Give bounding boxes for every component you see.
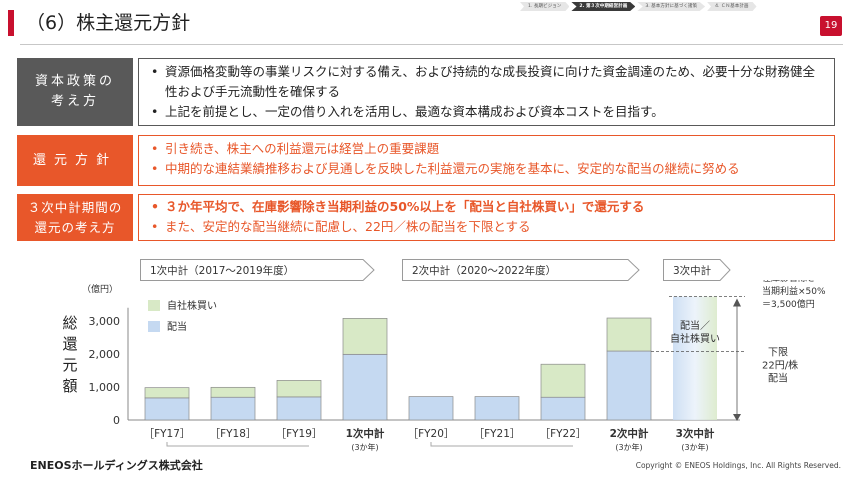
period-1-label: 1次中計（2017～2019年度）: [150, 265, 295, 277]
capital-policy-bullet-1: 資源価格変動等の事業リスクに対する備え、および持続的な成長投資に向けた資金調達の…: [151, 62, 822, 102]
period-3-label: 3次中計: [673, 265, 712, 277]
x-tick-label: ［FY17］: [144, 428, 191, 440]
return-policy-label: 還元方針: [17, 135, 133, 186]
x-tick-label: ［FY22］: [540, 428, 587, 440]
floor-annotation-line1: 下限: [768, 346, 788, 358]
nav-tab-cn-plan[interactable]: 4. ＣＮ基本計画: [707, 2, 757, 11]
total-return-chart: （億円）3,0002,0001,0000自社株買い配当 配当／自社株買い［FY17…: [82, 280, 826, 452]
legend-swatch-dividend: [148, 321, 160, 332]
y-tick-label: 2,000: [89, 348, 121, 361]
legend-swatch-buyback: [148, 300, 160, 311]
bar-dividend-3: [342, 353, 388, 421]
third-plan-return-label-text: ３次中計期間の還元の考え方: [27, 199, 123, 235]
capital-policy-bullet-2: 上記を前提とし、一定の借り入れを活用し、最適な資本構成および資本コストを目指す。: [151, 102, 822, 122]
x-tick-sub-label: (3か年): [351, 442, 378, 452]
plan-bar-label-line1: 配当／: [680, 319, 710, 332]
section-nav: 1. 長期ビジョン 2. 第３次中期経営計画 3. 基本方針に基づく諸策 4. …: [520, 2, 757, 11]
target-annotation-line: ＝3,500億円: [762, 298, 815, 310]
target-annotation-line: 当期利益×50%: [762, 285, 826, 297]
x-tick-label: 2次中計: [610, 427, 649, 440]
x-tick-label: ［FY19］: [276, 428, 323, 440]
range-arrow-head-top: [733, 298, 741, 307]
x-tick-label: ［FY18］: [210, 428, 257, 440]
floor-annotation-line2: 22円/株: [762, 358, 798, 371]
y-unit-label: （億円）: [82, 283, 118, 295]
bar-dividend-0: [144, 397, 190, 421]
plan-bar-third: [673, 296, 717, 420]
x-tick-label: ［FY20］: [408, 428, 455, 440]
return-policy-bullet-2: 中期的な連結業績推移および見通しを反映した利益還元の実施を基本に、安定的な配当の…: [151, 159, 822, 179]
page-number-badge: 19: [820, 16, 842, 36]
bar-dividend-2: [276, 396, 322, 421]
third-plan-bullet-2: また、安定的な配当継続に配慮し、22円／株の配当を下限とする: [151, 217, 822, 237]
bar-dividend-6: [540, 396, 586, 421]
period-2: 2次中計（2020～2022年度）: [402, 259, 640, 281]
group-brace-1: [430, 442, 573, 447]
bar-dividend-4: [408, 396, 454, 421]
header-divider: [20, 44, 843, 45]
floor-annotation-line3: 配当: [768, 371, 788, 384]
copyright-text: Copyright © ENEOS Holdings, Inc. All Rig…: [635, 461, 841, 470]
legend-label-dividend: 配当: [167, 320, 187, 333]
title-accent-bar: [8, 10, 14, 36]
bar-dividend-1: [210, 396, 256, 421]
bar-buyback-7: [606, 317, 652, 352]
x-tick-sub-label: (3か年): [681, 442, 708, 452]
nav-tab-mid-term-plan[interactable]: 2. 第３次中期経営計画: [571, 2, 636, 11]
x-tick-label: 1次中計: [346, 427, 385, 440]
nav-tab-measures[interactable]: 3. 基本方針に基づく諸策: [637, 2, 706, 11]
third-plan-return-box: ３か年平均で、在庫影響除き当期利益の50%以上を「配当と自社株買い」で還元する …: [138, 194, 835, 241]
x-tick-sub-label: (3か年): [615, 442, 642, 452]
bar-dividend-5: [474, 396, 520, 421]
return-policy-bullet-1: 引き続き、株主への利益還元は経営上の重要課題: [151, 139, 822, 159]
period-3: 3次中計: [663, 259, 731, 281]
x-tick-label: ［FY21］: [474, 428, 521, 440]
bar-dividend-7: [606, 350, 652, 421]
y-tick-label: 1,000: [89, 381, 121, 394]
nav-tab-vision[interactable]: 1. 長期ビジョン: [520, 2, 570, 11]
bar-buyback-2: [276, 380, 322, 398]
group-brace-0: [166, 442, 309, 447]
page-title: （6）株主還元方針: [26, 12, 191, 34]
return-policy-box: 引き続き、株主への利益還元は経営上の重要課題 中期的な連結業績推移および見通しを…: [138, 135, 835, 186]
capital-policy-label-text: 資本政策の考え方: [34, 74, 115, 109]
third-plan-bullet-1: ３か年平均で、在庫影響除き当期利益の50%以上を「配当と自社株買い」で還元する: [151, 197, 822, 217]
y-tick-label: 0: [113, 414, 120, 427]
bar-buyback-0: [144, 387, 190, 399]
third-plan-return-label: ３次中計期間の還元の考え方: [17, 194, 133, 241]
bar-buyback-3: [342, 318, 388, 355]
bar-buyback-6: [540, 363, 586, 398]
x-tick-label: 3次中計: [676, 427, 715, 440]
legend-label-buyback: 自社株買い: [167, 299, 217, 312]
capital-policy-label: 資本政策の考え方: [17, 58, 133, 126]
target-annotation-line: 在庫影響除き: [762, 280, 816, 284]
capital-policy-box: 資源価格変動等の事業リスクに対する備え、および持続的な成長投資に向けた資金調達の…: [138, 58, 835, 126]
period-2-label: 2次中計（2020～2022年度）: [412, 265, 557, 277]
plan-bar-label-line2: 自社株買い: [670, 332, 720, 345]
company-logo: ENEOSホールディングス株式会社: [30, 459, 203, 472]
bar-buyback-1: [210, 386, 256, 398]
y-tick-label: 3,000: [89, 315, 121, 328]
period-1: 1次中計（2017～2019年度）: [140, 259, 375, 281]
